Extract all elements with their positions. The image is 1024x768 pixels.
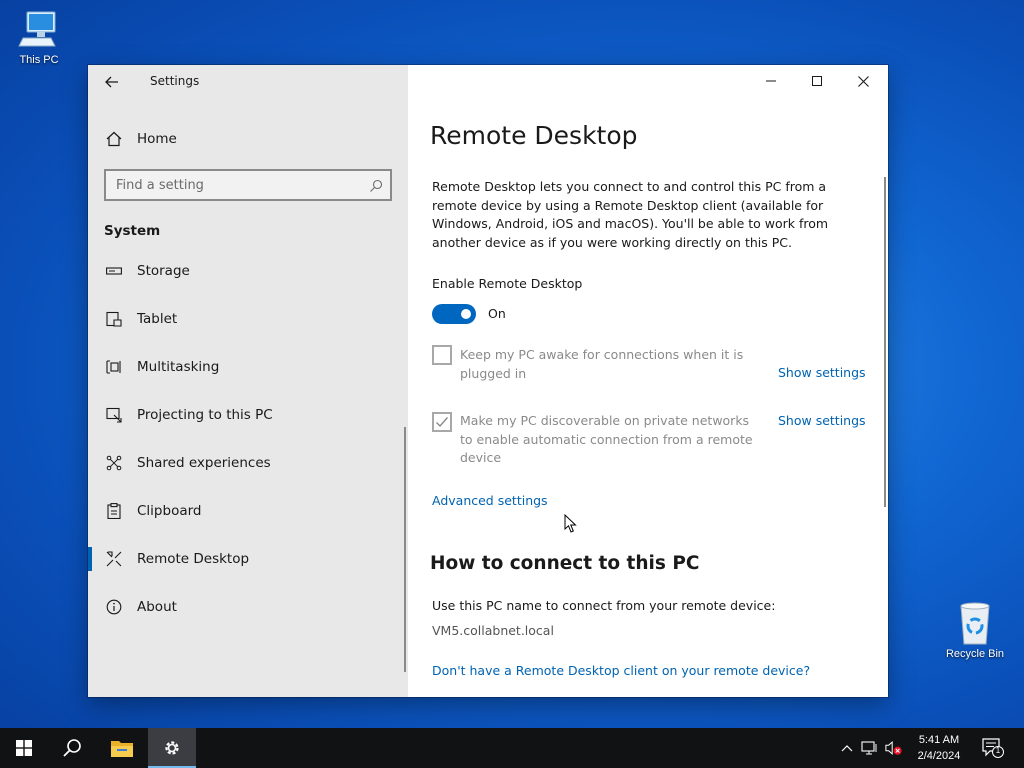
volume-tray-button[interactable] <box>885 740 903 756</box>
search-icon <box>63 739 81 757</box>
network-icon <box>861 741 877 755</box>
settings-taskbar-button[interactable] <box>148 728 196 768</box>
chevron-up-icon <box>841 745 853 752</box>
show-settings-link-power[interactable]: Show settings <box>778 365 866 380</box>
clock-date: 2/4/2024 <box>917 750 961 762</box>
minimize-button[interactable] <box>748 65 794 97</box>
sidebar-item-label: Projecting to this PC <box>137 407 273 423</box>
notification-count-badge: 1 <box>995 746 1001 755</box>
gear-icon <box>165 741 179 755</box>
taskbar: 5:41 AM 2/4/2024 1 <box>0 728 1024 768</box>
info-icon <box>105 598 123 616</box>
this-pc-desktop-icon[interactable]: This PC <box>3 8 75 66</box>
taskbar-search-button[interactable] <box>48 728 96 768</box>
multitasking-icon <box>105 358 123 376</box>
clipboard-icon <box>105 502 123 520</box>
sidebar-item-label: About <box>137 599 177 615</box>
arrow-left-icon <box>105 76 118 88</box>
pc-name-label: Use this PC name to connect from your re… <box>432 598 776 613</box>
storage-icon <box>105 262 123 280</box>
maximize-button[interactable] <box>794 65 840 97</box>
action-center-button[interactable]: 1 <box>982 738 1004 758</box>
back-button[interactable] <box>100 71 124 93</box>
search-input[interactable] <box>116 177 356 193</box>
recycle-bin-label: Recycle Bin <box>945 648 1005 660</box>
page-title: Remote Desktop <box>430 121 638 150</box>
sidebar-item-label: Remote Desktop <box>137 551 250 567</box>
settings-window: Settings Home System Storage <box>88 65 888 697</box>
taskbar-clock[interactable]: 5:41 AM 2/4/2024 <box>908 732 970 764</box>
mouse-cursor-icon <box>564 514 577 533</box>
sidebar-item-storage[interactable]: Storage <box>88 247 408 295</box>
sidebar-item-label: Clipboard <box>137 503 202 519</box>
no-client-link[interactable]: Don't have a Remote Desktop client on yo… <box>432 663 810 678</box>
recycle-bin-icon <box>960 602 990 645</box>
show-settings-link-network[interactable]: Show settings <box>778 413 866 428</box>
sidebar-item-label: Tablet <box>137 311 178 327</box>
pc-name-value: VM5.collabnet.local <box>432 623 554 638</box>
this-pc-label: This PC <box>19 54 59 66</box>
computer-icon <box>18 11 56 47</box>
section-title-system: System <box>104 223 161 239</box>
minimize-icon <box>766 80 776 82</box>
home-icon <box>105 130 123 148</box>
checkmark-icon <box>436 417 449 428</box>
search-icon[interactable] <box>369 178 383 197</box>
description-text: Remote Desktop lets you connect to and c… <box>432 179 829 250</box>
clock-time: 5:41 AM <box>918 734 960 746</box>
sidebar-item-remote-desktop[interactable]: Remote Desktop <box>88 535 408 583</box>
maximize-icon <box>812 76 822 86</box>
sidebar-item-shared-experiences[interactable]: Shared experiences <box>88 439 408 487</box>
content-scrollbar[interactable] <box>884 177 886 507</box>
network-tray-button[interactable] <box>861 740 879 756</box>
tablet-icon <box>105 310 123 328</box>
start-button[interactable] <box>0 728 48 768</box>
search-box[interactable] <box>104 169 392 201</box>
recycle-bin-desktop-icon[interactable]: Recycle Bin <box>939 600 1011 660</box>
shared-experiences-icon <box>105 454 123 472</box>
content-pane: Remote Desktop Remote Desktop lets you c… <box>408 65 888 697</box>
sidebar: Settings Home System Storage <box>88 65 408 697</box>
discoverable-label: Make my PC discoverable on private netwo… <box>460 413 753 465</box>
sidebar-item-tablet[interactable]: Tablet <box>88 295 408 343</box>
keep-awake-label: Keep my PC awake for connections when it… <box>460 347 744 381</box>
home-label: Home <box>137 131 177 147</box>
sidebar-item-label: Storage <box>137 263 190 279</box>
how-to-connect-heading: How to connect to this PC <box>430 553 700 574</box>
sidebar-item-label: Shared experiences <box>137 455 271 471</box>
keep-awake-checkbox[interactable] <box>432 345 452 365</box>
folder-icon <box>111 741 133 757</box>
nav-home[interactable]: Home <box>88 123 408 155</box>
show-hidden-icons-button[interactable] <box>838 740 856 756</box>
projecting-icon <box>105 406 123 424</box>
enable-remote-desktop-toggle[interactable] <box>432 304 476 324</box>
title-bar: Settings <box>88 65 408 99</box>
app-title: Settings <box>150 74 200 88</box>
advanced-settings-link[interactable]: Advanced settings <box>432 493 548 508</box>
remote-desktop-icon <box>105 550 123 568</box>
sidebar-scrollbar[interactable] <box>404 427 406 672</box>
toggle-knob <box>461 309 471 319</box>
toggle-state-label: On <box>488 306 506 321</box>
close-button[interactable] <box>840 65 886 97</box>
nav-list: Storage Tablet Multitasking Projecting t… <box>88 247 408 631</box>
sidebar-item-label: Multitasking <box>137 359 220 375</box>
enable-remote-desktop-label: Enable Remote Desktop <box>432 276 583 291</box>
sidebar-item-clipboard[interactable]: Clipboard <box>88 487 408 535</box>
sidebar-item-about[interactable]: About <box>88 583 408 631</box>
close-icon <box>857 75 869 87</box>
sidebar-item-projecting[interactable]: Projecting to this PC <box>88 391 408 439</box>
discoverable-checkbox[interactable] <box>432 412 452 432</box>
volume-muted-icon <box>885 741 902 755</box>
sidebar-item-multitasking[interactable]: Multitasking <box>88 343 408 391</box>
windows-logo-icon <box>16 740 32 756</box>
file-explorer-button[interactable] <box>98 728 146 768</box>
